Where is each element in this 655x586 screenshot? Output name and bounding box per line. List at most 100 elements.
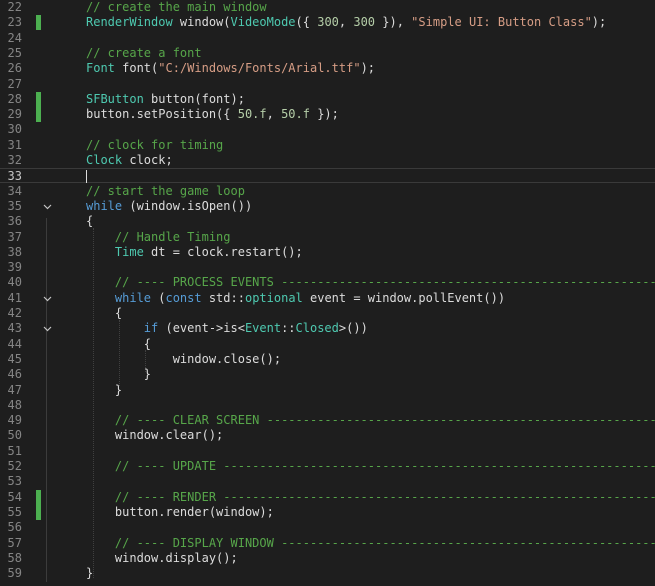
code-token: std::	[201, 290, 245, 305]
code-token: RenderWindow	[86, 15, 173, 30]
chevron-down-icon[interactable]	[42, 291, 52, 306]
line-number: 37	[7, 229, 22, 244]
code-line[interactable]: 26 Font font("C:/Windows/Fonts/Arial.ttf"…	[0, 61, 655, 76]
code-token: 300	[317, 15, 339, 30]
text-cursor	[86, 170, 87, 184]
code-token: window(	[172, 15, 231, 30]
code-line[interactable]: 28 SFButton button(font);	[0, 91, 655, 107]
code-token: }	[86, 566, 94, 581]
code-token: button(font);	[143, 91, 245, 106]
code-token: });	[309, 107, 339, 122]
code-text: // start the game loop	[86, 184, 245, 199]
code-line[interactable]: 46 }	[0, 367, 655, 382]
code-text: RenderWindow window(VideoMode({ 300, 300…	[86, 15, 606, 30]
chevron-down-icon[interactable]	[42, 321, 52, 336]
code-line[interactable]: 44 {	[0, 337, 655, 352]
line-number: 49	[7, 413, 22, 428]
code-line[interactable]: 53	[0, 474, 655, 489]
change-marker	[36, 504, 41, 520]
code-line[interactable]: 48	[0, 398, 655, 413]
code-token: // create a font	[86, 45, 202, 60]
code-line[interactable]: 25 // create a font	[0, 46, 655, 61]
code-line[interactable]: 38 Time dt = clock.restart();	[0, 245, 655, 260]
code-token: clock;	[122, 153, 173, 167]
code-token: {	[86, 306, 123, 320]
code-line[interactable]: 31 // clock for timing	[0, 138, 655, 153]
code-line[interactable]: 59}	[0, 566, 655, 581]
code-line[interactable]: 30	[0, 122, 655, 137]
code-token: (window.isOpen())	[122, 198, 253, 213]
code-line[interactable]: 57 // ---- DISPLAY WINDOW --------------…	[0, 536, 655, 551]
line-number: 46	[7, 367, 22, 382]
code-line[interactable]: 42 {	[0, 306, 655, 321]
code-text: // Handle Timing	[86, 230, 231, 245]
code-line[interactable]: 39	[0, 260, 655, 275]
code-line[interactable]: 45 window.close();	[0, 352, 655, 367]
code-token: SFButton	[86, 91, 144, 106]
line-number: 32	[7, 153, 22, 167]
line-number: 23	[7, 15, 22, 30]
code-token: // Handle Timing	[114, 229, 231, 244]
line-number: 54	[7, 489, 22, 504]
code-text: }	[86, 367, 151, 382]
line-number: 55	[7, 504, 22, 519]
code-line[interactable]: 52 // ---- UPDATE ----------------------…	[0, 459, 655, 474]
line-number: 50	[7, 428, 22, 443]
code-line[interactable]: 56	[0, 520, 655, 535]
code-line[interactable]: 37 // Handle Timing	[0, 230, 655, 245]
code-token: Closed	[295, 321, 339, 336]
line-number: 43	[7, 321, 22, 336]
code-line[interactable]: 23 RenderWindow window(VideoMode({ 300, 3…	[0, 15, 655, 31]
chevron-down-icon[interactable]	[42, 199, 52, 214]
code-token: if	[143, 321, 159, 336]
code-text: Font font("C:/Windows/Fonts/Arial.ttf");	[86, 61, 375, 76]
code-line[interactable]: 34 // start the game loop	[0, 184, 655, 199]
code-token: );	[360, 61, 376, 76]
line-number: 24	[7, 30, 22, 45]
code-line[interactable]: 29 button.setPosition({ 50.f, 50.f });	[0, 107, 655, 123]
code-line[interactable]: 27	[0, 77, 655, 92]
code-text: // ---- UPDATE -------------------------…	[86, 459, 655, 474]
code-line[interactable]: 22 // create the main window	[0, 0, 655, 15]
code-token: window.display();	[86, 550, 238, 565]
code-line[interactable]: 55 button.render(window);	[0, 504, 655, 520]
change-marker	[36, 91, 41, 107]
code-line[interactable]: 43 if (event->is<Event::Closed>())	[0, 321, 655, 336]
code-line[interactable]: 33	[0, 168, 655, 184]
code-line[interactable]: 49 // ---- CLEAR SCREEN ----------------…	[0, 413, 655, 428]
code-line[interactable]: 35 while (window.isOpen())	[0, 199, 655, 214]
change-marker	[36, 489, 41, 505]
line-number: 53	[7, 474, 22, 489]
code-line[interactable]: 40 // ---- PROCESS EVENTS --------------…	[0, 275, 655, 290]
code-line[interactable]: 50 window.clear();	[0, 428, 655, 443]
code-editor[interactable]: 22 // create the main window 23 RenderWindo…	[0, 0, 655, 586]
code-line[interactable]: 58 window.display();	[0, 551, 655, 566]
code-token: // ---- UPDATE -------------------------…	[114, 459, 655, 473]
line-number: 33	[7, 169, 22, 184]
code-text: // ---- CLEAR SCREEN -------------------…	[86, 413, 655, 428]
code-line[interactable]: 47 }	[0, 383, 655, 398]
line-number: 42	[7, 306, 22, 320]
code-line[interactable]: 32 Clock clock;	[0, 153, 655, 168]
line-number: 36	[7, 214, 22, 229]
code-token: // clock for timing	[86, 137, 224, 152]
code-token: ,	[338, 15, 354, 30]
code-token: ({	[295, 15, 318, 30]
code-line[interactable]: 54 // ---- RENDER ----------------------…	[0, 489, 655, 505]
code-token: "C:/Windows/Fonts/Arial.ttf"	[158, 61, 361, 76]
code-token: // ---- CLEAR SCREEN -------------------…	[114, 413, 655, 428]
code-token: event = window.pollEvent())	[302, 290, 506, 305]
code-text: Time dt = clock.restart();	[86, 245, 303, 260]
line-number: 59	[7, 566, 22, 581]
code-line[interactable]: 36 {	[0, 214, 655, 229]
code-line[interactable]: 41 while (const std::optional event = wi…	[0, 291, 655, 306]
code-line[interactable]: 24	[0, 31, 655, 46]
code-line[interactable]: 51	[0, 444, 655, 459]
code-text: if (event->is<Event::Closed>())	[86, 321, 368, 336]
code-token: (	[151, 290, 166, 305]
